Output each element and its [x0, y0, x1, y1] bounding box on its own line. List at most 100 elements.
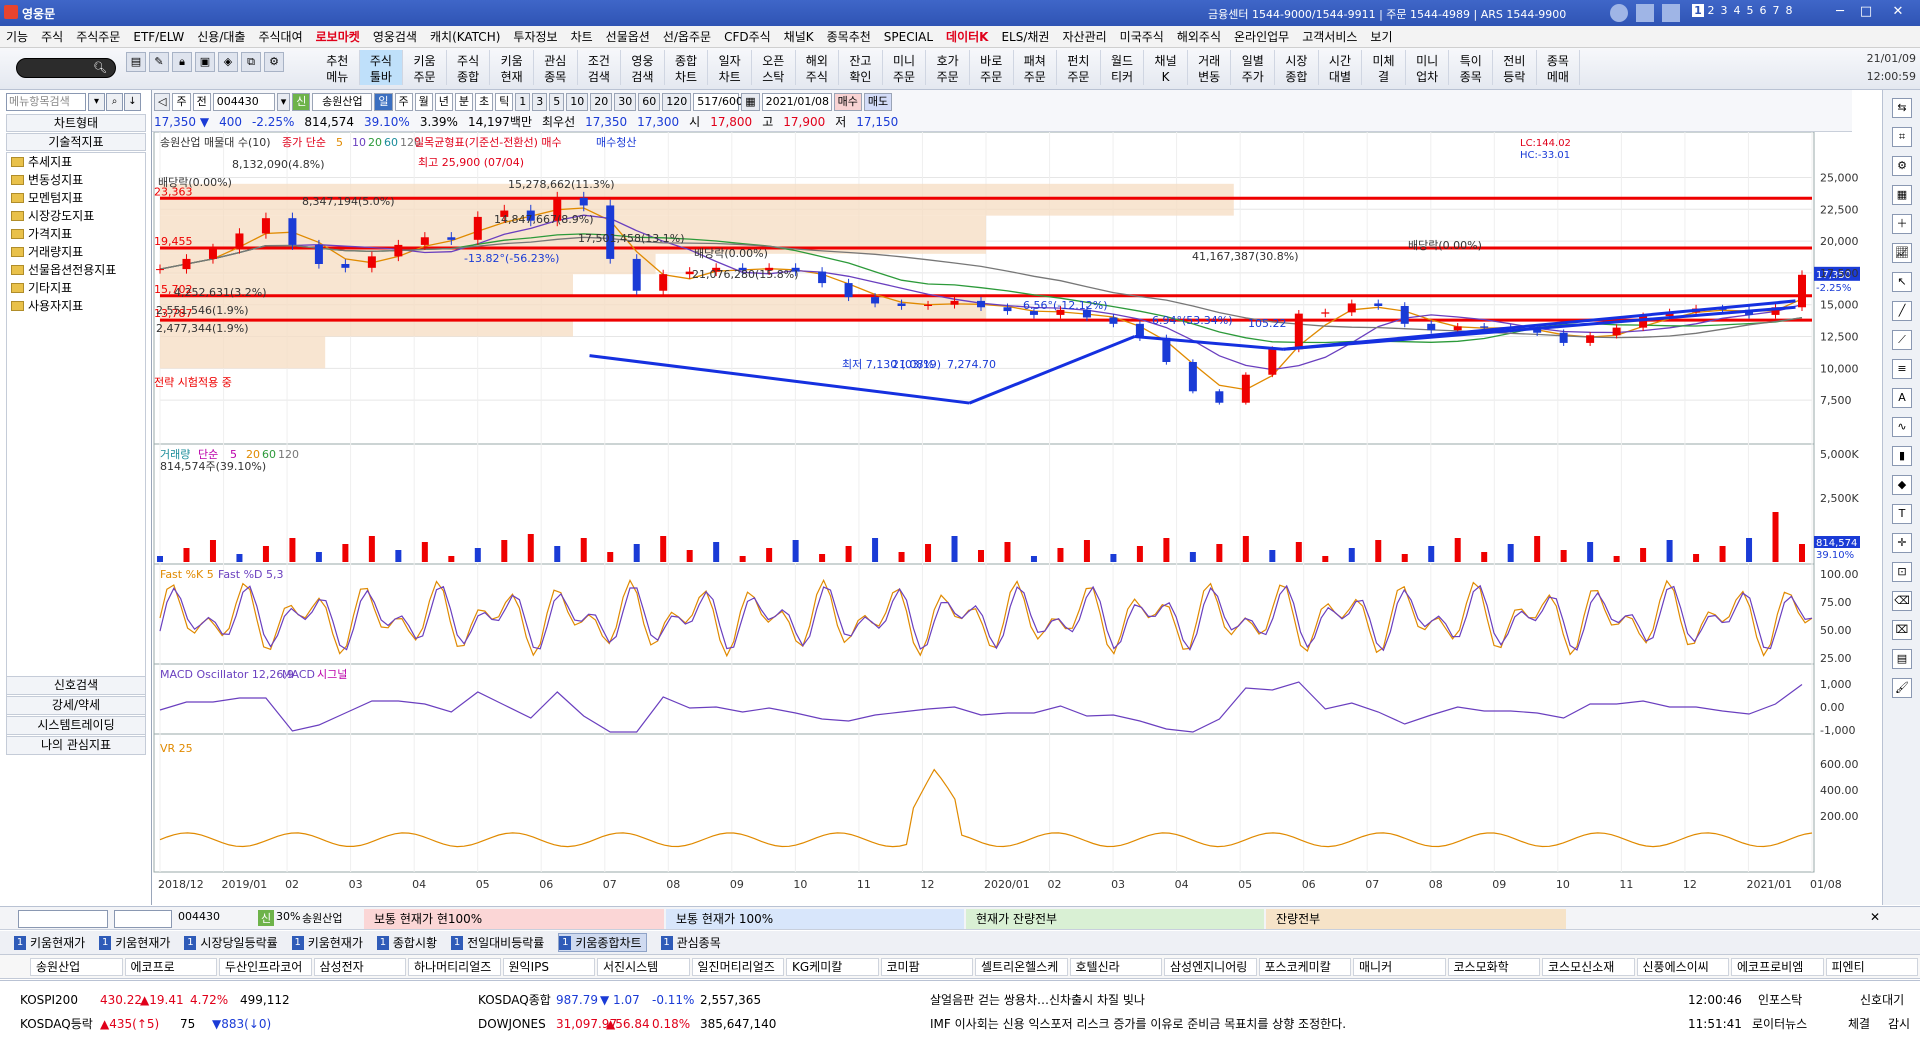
- nav-prev-button[interactable]: ◁: [154, 93, 171, 111]
- toolbar-button-21[interactable]: 일별 주가: [1231, 50, 1276, 85]
- toolbar-button-3[interactable]: 주식 종합: [447, 50, 491, 85]
- stock-shortcut-11[interactable]: 호텔신라: [1069, 957, 1162, 976]
- interval-6[interactable]: 60: [638, 93, 661, 111]
- globe-icon[interactable]: [1610, 4, 1628, 22]
- toolbar-button-24[interactable]: 미체 결: [1362, 50, 1406, 85]
- interval-2[interactable]: 5: [549, 93, 565, 111]
- stock-shortcut-5[interactable]: 원익IPS: [502, 957, 595, 976]
- menu-item-19[interactable]: 자산관리: [1062, 28, 1106, 45]
- order-icon[interactable]: ▤: [126, 52, 146, 72]
- menu-item-12[interactable]: 선/옵주문: [663, 28, 711, 45]
- toolbar-button-16[interactable]: 패쳐 주문: [1014, 50, 1058, 85]
- order-pct[interactable]: 30%: [276, 910, 300, 923]
- toolbar-button-2[interactable]: 키움 주문: [403, 50, 447, 85]
- stock-shortcut-2[interactable]: 두산인프라코어: [219, 957, 312, 976]
- paint-icon[interactable]: 🖌︎: [1892, 678, 1912, 698]
- home-icon[interactable]: [1662, 4, 1680, 22]
- stock-shortcut-10[interactable]: 셀트리온헬스케: [975, 957, 1068, 976]
- lock-icon[interactable]: 🔒︎: [172, 52, 192, 72]
- toolbar-button-27[interactable]: 전비 등락: [1493, 50, 1537, 85]
- crosshair-icon[interactable]: ✛: [1892, 533, 1912, 553]
- toolbar-button-7[interactable]: 영웅 검색: [621, 50, 665, 85]
- period-0[interactable]: 일: [374, 93, 393, 111]
- toolbar-button-0[interactable]: 추천 메뉴: [316, 50, 360, 85]
- stock-code-input[interactable]: 004430: [212, 93, 275, 111]
- window-tab-4[interactable]: 1 종합시황: [376, 934, 437, 951]
- menu-item-3[interactable]: ETF/ELW: [133, 30, 184, 44]
- hide-icon[interactable]: ⇆: [1892, 98, 1912, 118]
- gear-icon[interactable]: ⚙: [1892, 156, 1912, 176]
- indicator-footer-1[interactable]: 강세/약세: [6, 696, 146, 715]
- window-tab-5[interactable]: 1 전일대비등락률: [451, 934, 544, 951]
- indicator-folder-2[interactable]: 모멘텀지표: [7, 189, 145, 207]
- interval-7[interactable]: 120: [662, 93, 692, 111]
- toolbar-button-19[interactable]: 채널 K: [1144, 50, 1188, 85]
- toolbar-button-12[interactable]: 잔고 확인: [839, 50, 883, 85]
- cup-icon[interactable]: ◈: [218, 52, 238, 72]
- toolbar-button-20[interactable]: 거래 변동: [1188, 50, 1232, 85]
- pen-icon[interactable]: ✎: [149, 52, 169, 72]
- erase-all-icon[interactable]: ⌧: [1892, 620, 1912, 640]
- menu-item-5[interactable]: 주식대여: [258, 28, 302, 45]
- menu-item-0[interactable]: 기능: [6, 28, 28, 45]
- buy-button[interactable]: 매수: [833, 93, 862, 111]
- stock-shortcut-15[interactable]: 코스모화학: [1447, 957, 1540, 976]
- watch-status[interactable]: 감시: [1888, 1014, 1910, 1034]
- menu-item-10[interactable]: 차트: [571, 28, 593, 45]
- stock-shortcut-19[interactable]: 피엔티: [1825, 957, 1918, 976]
- period-1[interactable]: 주: [394, 93, 413, 111]
- fill-status[interactable]: 체결: [1848, 1014, 1870, 1034]
- toolbar-button-13[interactable]: 미니 주문: [883, 50, 927, 85]
- signal-status[interactable]: 신호대기: [1860, 990, 1904, 1010]
- workspace-tab-5[interactable]: 5: [1744, 4, 1756, 17]
- toolbar-button-28[interactable]: 종목 메매: [1537, 50, 1581, 85]
- measure-icon[interactable]: ⊡: [1892, 562, 1912, 582]
- download-icon[interactable]: ↓: [124, 93, 141, 111]
- toolbar-button-26[interactable]: 특이 종목: [1449, 50, 1494, 85]
- order-code[interactable]: 004430: [178, 910, 220, 923]
- menu-item-4[interactable]: 신용/대출: [197, 28, 245, 45]
- stock-shortcut-18[interactable]: 에코프로비엠: [1731, 957, 1824, 976]
- toolbar-button-14[interactable]: 호가 주문: [926, 50, 970, 85]
- interval-0[interactable]: 1: [515, 93, 531, 111]
- toolbar-button-9[interactable]: 일자 차트: [708, 50, 752, 85]
- stock-shortcut-16[interactable]: 코스모신소재: [1542, 957, 1635, 976]
- code-dropdown[interactable]: ▾: [276, 93, 291, 111]
- workspace-tab-6[interactable]: 6: [1757, 4, 1769, 17]
- media-icon[interactable]: ▣: [195, 52, 215, 72]
- signal-icon[interactable]: ◆: [1892, 475, 1912, 495]
- candle-icon[interactable]: ▮: [1892, 446, 1912, 466]
- workspace-tab-4[interactable]: 4: [1731, 4, 1743, 17]
- settings-icon[interactable]: ⌗: [1892, 127, 1912, 147]
- trend-icon[interactable]: ⟋: [1892, 330, 1912, 350]
- stock-shortcut-8[interactable]: KG케미칼: [786, 957, 879, 976]
- menu-item-22[interactable]: 온라인업무: [1234, 28, 1289, 45]
- text-icon[interactable]: T: [1892, 504, 1912, 524]
- stock-shortcut-13[interactable]: 포스코케미칼: [1258, 957, 1351, 976]
- indicator-folder-0[interactable]: 추세지표: [7, 153, 145, 171]
- order-section-4[interactable]: 잔량전부: [1266, 909, 1566, 929]
- account-input[interactable]: [18, 910, 108, 928]
- fib-icon[interactable]: ≡: [1892, 359, 1912, 379]
- stock-shortcut-7[interactable]: 일진머티리얼즈: [691, 957, 784, 976]
- minimize-button[interactable]: ─: [1830, 4, 1850, 21]
- pattern-icon[interactable]: ∿: [1892, 417, 1912, 437]
- menu-item-13[interactable]: CFD주식: [724, 28, 771, 45]
- period-4[interactable]: 분: [454, 93, 473, 111]
- indicator-footer-3[interactable]: 나의 관심지표: [6, 736, 146, 755]
- toolbar-button-4[interactable]: 키움 현재: [490, 50, 534, 85]
- menu-item-21[interactable]: 해외주식: [1177, 28, 1221, 45]
- interval-5[interactable]: 30: [614, 93, 637, 111]
- workspace-switcher[interactable]: 12345678: [1692, 4, 1795, 17]
- gear-icon[interactable]: ⚙: [264, 52, 284, 72]
- interval-3[interactable]: 10: [566, 93, 589, 111]
- indicator-folder-5[interactable]: 거래량지표: [7, 243, 145, 261]
- add-icon[interactable]: ＋: [1892, 214, 1912, 234]
- indicator-folder-1[interactable]: 변동성지표: [7, 171, 145, 189]
- stock-chart[interactable]: 23,36319,45515,70213,787 송원산업 매물대 수(10) 종…: [152, 132, 1860, 906]
- window-tab-6[interactable]: 1 키움종합차트: [558, 933, 647, 952]
- indicator-folder-3[interactable]: 시장강도지표: [7, 207, 145, 225]
- indicator-footer-0[interactable]: 신호검색: [6, 676, 146, 695]
- auto-icon[interactable]: A: [1892, 388, 1912, 408]
- chart-type-header[interactable]: 차트형태: [6, 114, 146, 132]
